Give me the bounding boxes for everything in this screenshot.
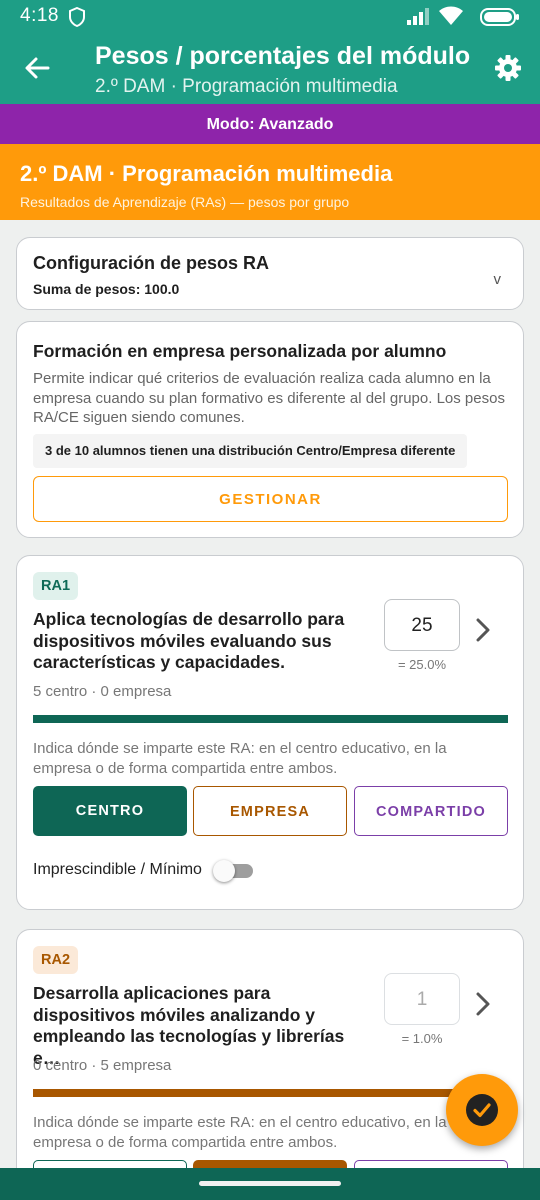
company-training-description: Permite indicar qué criterios de evaluac…	[33, 370, 505, 426]
group-subtitle: Resultados de Aprendizaje (RAs) — pesos …	[20, 194, 350, 210]
chevron-down-icon[interactable]: v	[494, 271, 502, 288]
status-bar: 4:18	[0, 0, 540, 34]
manage-button[interactable]: GESTIONAR	[33, 476, 508, 522]
ra-location-hint: Indica dónde se imparte este RA: en el c…	[33, 740, 447, 777]
essential-toggle-label: Imprescindible / Mínimo	[33, 861, 202, 878]
ra-location-bar	[33, 715, 508, 723]
compartido-option-button[interactable]: COMPARTIDO	[354, 786, 508, 836]
home-gesture-handle[interactable]	[199, 1181, 341, 1186]
save-fab-button[interactable]	[446, 1074, 518, 1146]
chevron-right-icon[interactable]	[475, 617, 491, 643]
weights-config-card[interactable]: Configuración de pesos RA Suma de pesos:…	[16, 237, 524, 310]
ra-distribution: 0 centro · 5 empresa	[33, 1057, 172, 1074]
ra-location-bar	[33, 1089, 508, 1097]
check-circle-icon	[466, 1094, 498, 1126]
empresa-option-button[interactable]: EMPRESA	[193, 786, 347, 836]
ra-code-badge: RA1	[33, 572, 79, 600]
battery-icon	[480, 8, 519, 26]
weights-sum: Suma de pesos: 100.0	[33, 281, 180, 297]
toggle-thumb	[213, 860, 235, 882]
company-training-card: Formación en empresa personalizada por a…	[16, 321, 524, 538]
ra-card: RA2 Desarrolla aplicaciones para disposi…	[16, 929, 524, 1200]
ra-weight-input[interactable]: 25	[384, 599, 460, 651]
page-title: Pesos / porcentajes del módulo	[95, 42, 471, 70]
company-training-summary: 3 de 10 alumnos tienen una distribución …	[33, 434, 468, 468]
system-navigation-bar	[0, 1168, 540, 1200]
ra-location-hint: Indica dónde se imparte este RA: en el c…	[33, 1114, 447, 1151]
group-title: 2.º DAM · Programación multimedia	[20, 161, 393, 186]
ra-weight-percent: = 25.0%	[397, 657, 447, 672]
ra-distribution: 5 centro · 0 empresa	[33, 683, 172, 700]
cellular-signal-icon	[407, 8, 429, 25]
wifi-icon	[439, 6, 463, 25]
mode-banner: Modo: Avanzado	[0, 104, 540, 144]
arrow-left-icon[interactable]	[24, 56, 50, 80]
status-time: 4:18	[20, 5, 59, 26]
ra-code-badge: RA2	[33, 946, 79, 974]
ra-card: RA1 Aplica tecnologías de desarrollo par…	[16, 555, 524, 910]
shield-icon	[69, 7, 85, 27]
essential-toggle[interactable]	[213, 860, 253, 882]
company-training-title: Formación en empresa personalizada por a…	[33, 341, 447, 361]
centro-option-button[interactable]: CENTRO	[33, 786, 187, 836]
ra-weight-input[interactable]: 1	[384, 973, 460, 1025]
app-bar: Pesos / porcentajes del módulo 2.º DAM ·…	[0, 34, 540, 104]
ra-title: Aplica tecnologías de desarrollo para di…	[33, 609, 345, 672]
weights-config-title: Configuración de pesos RA	[33, 253, 270, 273]
check-mark-icon	[473, 1103, 491, 1118]
group-header: 2.º DAM · Programación multimedia Result…	[0, 144, 540, 220]
page-subtitle: 2.º DAM · Programación multimedia	[95, 76, 398, 97]
gear-icon[interactable]	[494, 54, 522, 82]
ra-weight-percent: = 1.0%	[401, 1031, 443, 1046]
chevron-right-icon[interactable]	[475, 991, 491, 1017]
